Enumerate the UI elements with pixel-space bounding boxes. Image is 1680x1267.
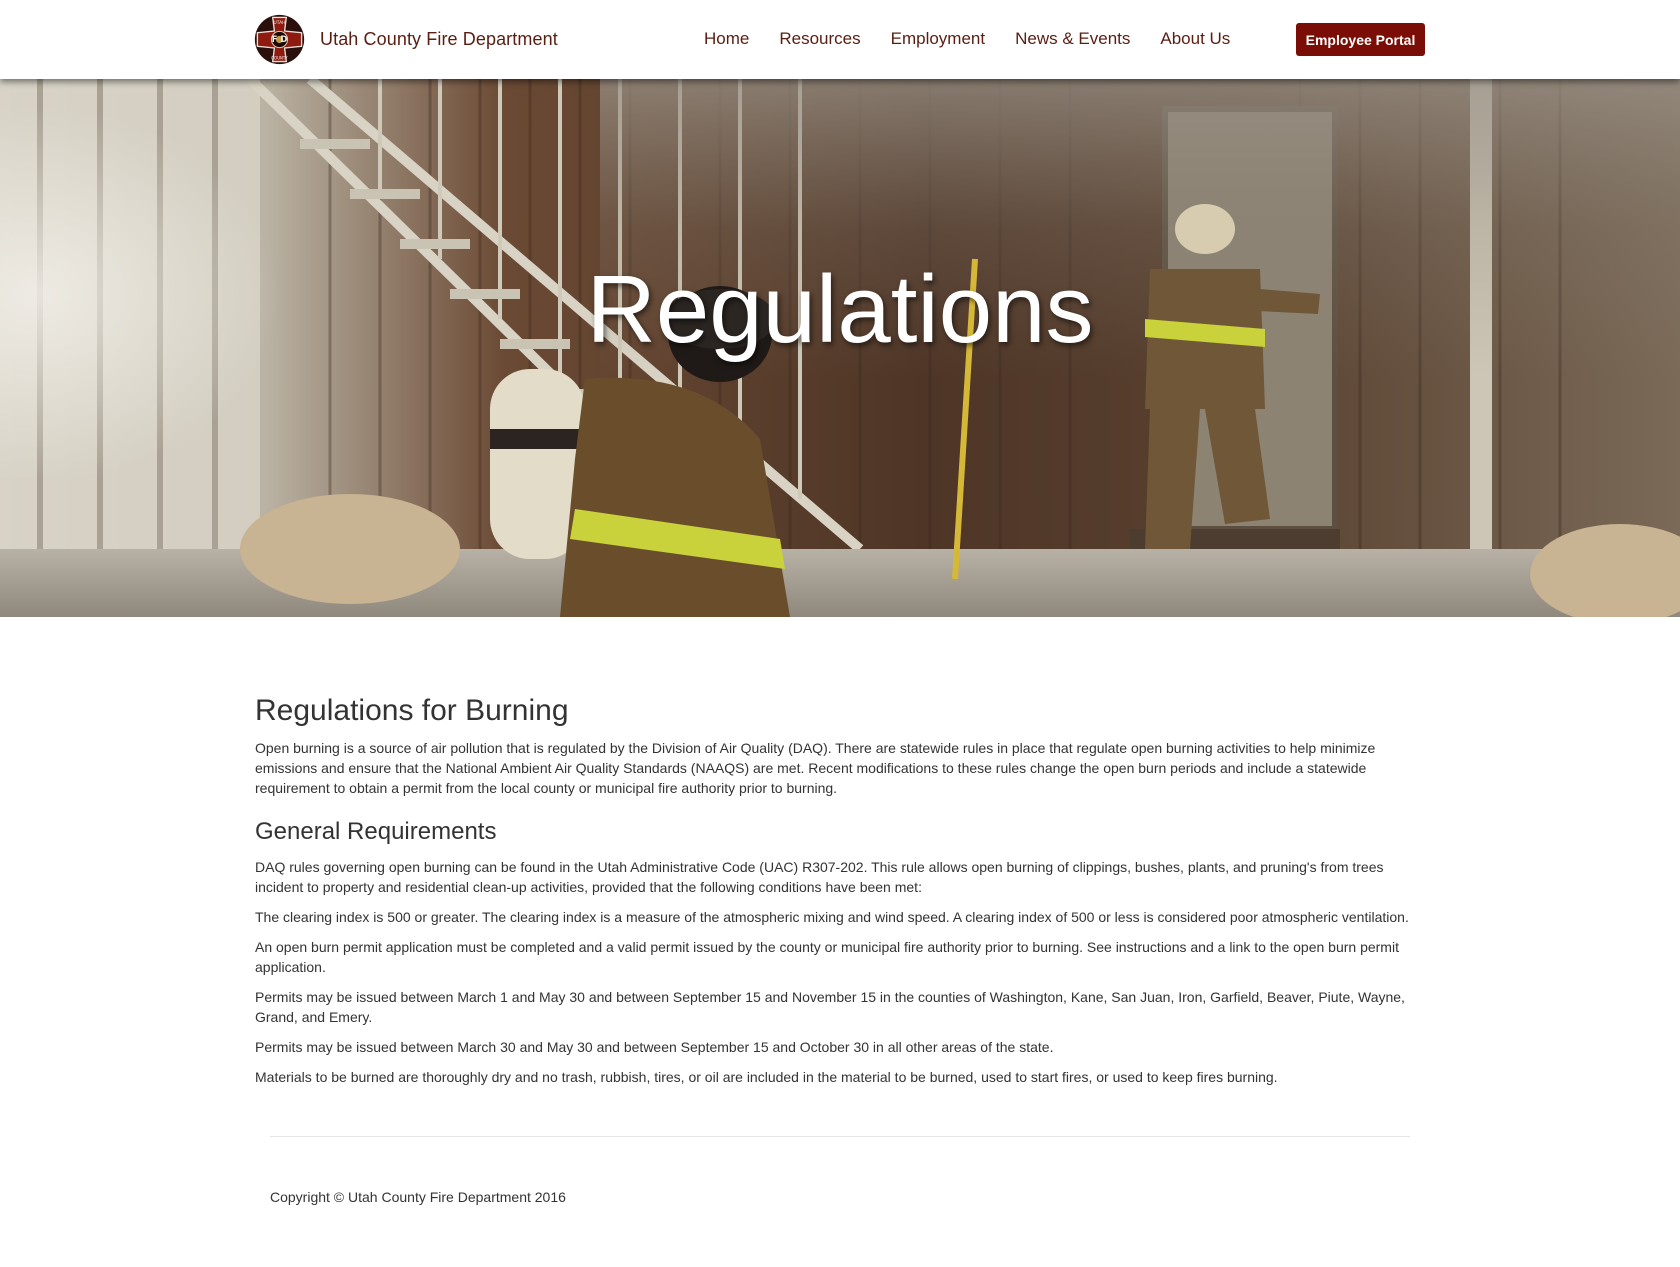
requirement-paragraph: Permits may be issued between March 1 an… — [255, 989, 1405, 1025]
employee-portal-button[interactable]: Employee Portal — [1296, 23, 1425, 56]
main-content: Regulations for Burning Open burning is … — [255, 694, 1428, 1097]
hero-title: Regulations — [586, 256, 1094, 363]
requirement-paragraph: DAQ rules governing open burning can be … — [255, 859, 1384, 895]
nav-resources-link[interactable]: Resources — [779, 29, 860, 48]
nav-home-link[interactable]: Home — [704, 29, 749, 48]
svg-text:F D: F D — [272, 35, 288, 45]
intro-paragraph: Open burning is a source of air pollutio… — [255, 740, 1376, 796]
brand-name: Utah County Fire Department — [320, 29, 558, 49]
nav-employment-link[interactable]: Employment — [891, 29, 985, 48]
general-requirements-heading: General Requirements — [255, 818, 497, 845]
svg-text:COUNTY: COUNTY — [271, 55, 288, 60]
requirement-paragraph: Materials to be burned are thoroughly dr… — [255, 1069, 1278, 1085]
footer-divider — [270, 1136, 1410, 1137]
svg-text:UTAH: UTAH — [274, 20, 286, 26]
fire-department-logo-icon: UTAH F D COUNTY — [254, 14, 305, 65]
brand-link[interactable]: UTAH F D COUNTY Utah County Fire Departm… — [254, 14, 558, 65]
footer-copyright: Copyright © Utah County Fire Department … — [270, 1189, 566, 1205]
nav-news-events-link[interactable]: News & Events — [1015, 29, 1130, 48]
requirement-paragraph: An open burn permit application must be … — [255, 939, 1399, 975]
nav-about-us-link[interactable]: About Us — [1160, 29, 1230, 48]
requirement-paragraph: Permits may be issued between March 30 a… — [255, 1039, 1054, 1055]
regulations-heading: Regulations for Burning — [255, 694, 569, 727]
hero-banner: Regulations — [0, 79, 1680, 617]
requirement-paragraph: The clearing index is 500 or greater. Th… — [255, 909, 1409, 925]
top-navbar: UTAH F D COUNTY Utah County Fire Departm… — [0, 0, 1680, 79]
main-nav: Home Resources Employment News & Events … — [704, 29, 1260, 49]
